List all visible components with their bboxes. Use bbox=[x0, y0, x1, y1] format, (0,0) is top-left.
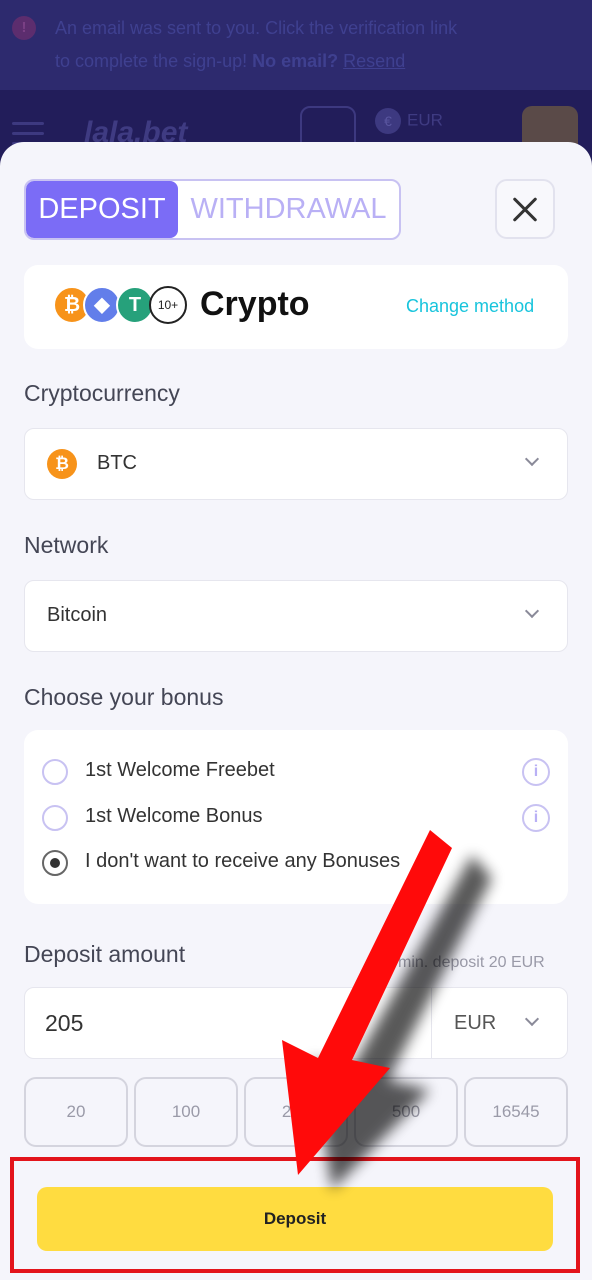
change-method-link[interactable]: Change method bbox=[406, 296, 534, 317]
euro-icon: € bbox=[375, 108, 401, 134]
amount-currency-select[interactable]: EUR bbox=[454, 1012, 496, 1035]
deposit-highlight-box: Deposit bbox=[10, 1157, 580, 1273]
no-email-text: No email? bbox=[252, 51, 339, 71]
radio-button[interactable] bbox=[42, 759, 68, 785]
bonus-option-label: 1st Welcome Freebet bbox=[85, 759, 275, 781]
chevron-down-icon bbox=[524, 1011, 540, 1027]
deposit-amount-field[interactable]: 205 EUR bbox=[24, 987, 568, 1059]
cryptocurrency-select[interactable]: ₿ BTC bbox=[24, 428, 568, 500]
info-icon[interactable]: i bbox=[522, 758, 550, 786]
quick-amount-button[interactable]: 20 bbox=[24, 1077, 128, 1147]
radio-button[interactable] bbox=[42, 805, 68, 831]
network-value: Bitcoin bbox=[47, 604, 108, 626]
currency-label: EUR bbox=[407, 110, 443, 130]
amount-input[interactable]: 205 bbox=[45, 1010, 83, 1037]
min-deposit-text: min. deposit 20 EUR bbox=[398, 954, 545, 971]
bitcoin-icon: ₿ bbox=[47, 449, 77, 479]
bonus-option-label: I don't want to receive any Bonuses bbox=[85, 850, 401, 872]
verification-notice: ! An email was sent to you. Click the ve… bbox=[0, 0, 592, 90]
deposit-amount-label: Deposit amount bbox=[24, 941, 186, 967]
deposit-withdraw-tabs: DEPOSIT WITHDRAWAL bbox=[24, 179, 401, 240]
network-label: Network bbox=[24, 532, 109, 558]
quick-amount-button[interactable]: 100 bbox=[134, 1077, 238, 1147]
deposit-button[interactable]: Deposit bbox=[37, 1187, 553, 1251]
close-button[interactable] bbox=[495, 179, 555, 239]
currency-selector[interactable]: € EUR bbox=[375, 108, 443, 134]
bonus-option-freebet[interactable]: 1st Welcome Freebet i bbox=[42, 757, 550, 787]
resend-link[interactable]: Resend bbox=[343, 51, 405, 71]
warning-icon: ! bbox=[12, 16, 36, 40]
method-title: Crypto bbox=[200, 285, 310, 323]
tab-deposit[interactable]: DEPOSIT bbox=[26, 181, 178, 238]
deposit-modal: DEPOSIT WITHDRAWAL ₿ ◆ T 10+ Crypto Chan… bbox=[0, 142, 592, 1280]
more-methods-badge: 10+ bbox=[149, 286, 187, 324]
quick-amount-button[interactable]: 250 bbox=[244, 1077, 348, 1147]
quick-amount-button[interactable]: 16545 bbox=[464, 1077, 568, 1147]
bonus-option-none[interactable]: I don't want to receive any Bonuses bbox=[42, 848, 542, 878]
notice-text-2: to complete the sign-up! bbox=[55, 51, 253, 71]
tab-withdrawal[interactable]: WITHDRAWAL bbox=[178, 181, 399, 238]
bonus-option-label: 1st Welcome Bonus bbox=[85, 805, 263, 827]
chevron-down-icon bbox=[524, 603, 540, 619]
cryptocurrency-value: BTC bbox=[97, 452, 137, 474]
chevron-down-icon bbox=[524, 451, 540, 467]
bonus-options: 1st Welcome Freebet i 1st Welcome Bonus … bbox=[24, 730, 568, 904]
notice-text: An email was sent to you. Click the veri… bbox=[55, 18, 458, 38]
cryptocurrency-label: Cryptocurrency bbox=[24, 380, 180, 406]
info-icon[interactable]: i bbox=[522, 804, 550, 832]
network-select[interactable]: Bitcoin bbox=[24, 580, 568, 652]
radio-button-selected[interactable] bbox=[42, 850, 68, 876]
bonus-option-bonus[interactable]: 1st Welcome Bonus i bbox=[42, 803, 550, 833]
bonus-label: Choose your bonus bbox=[24, 684, 224, 710]
payment-method-card: ₿ ◆ T 10+ Crypto Change method bbox=[24, 265, 568, 349]
quick-amount-button[interactable]: 500 bbox=[354, 1077, 458, 1147]
